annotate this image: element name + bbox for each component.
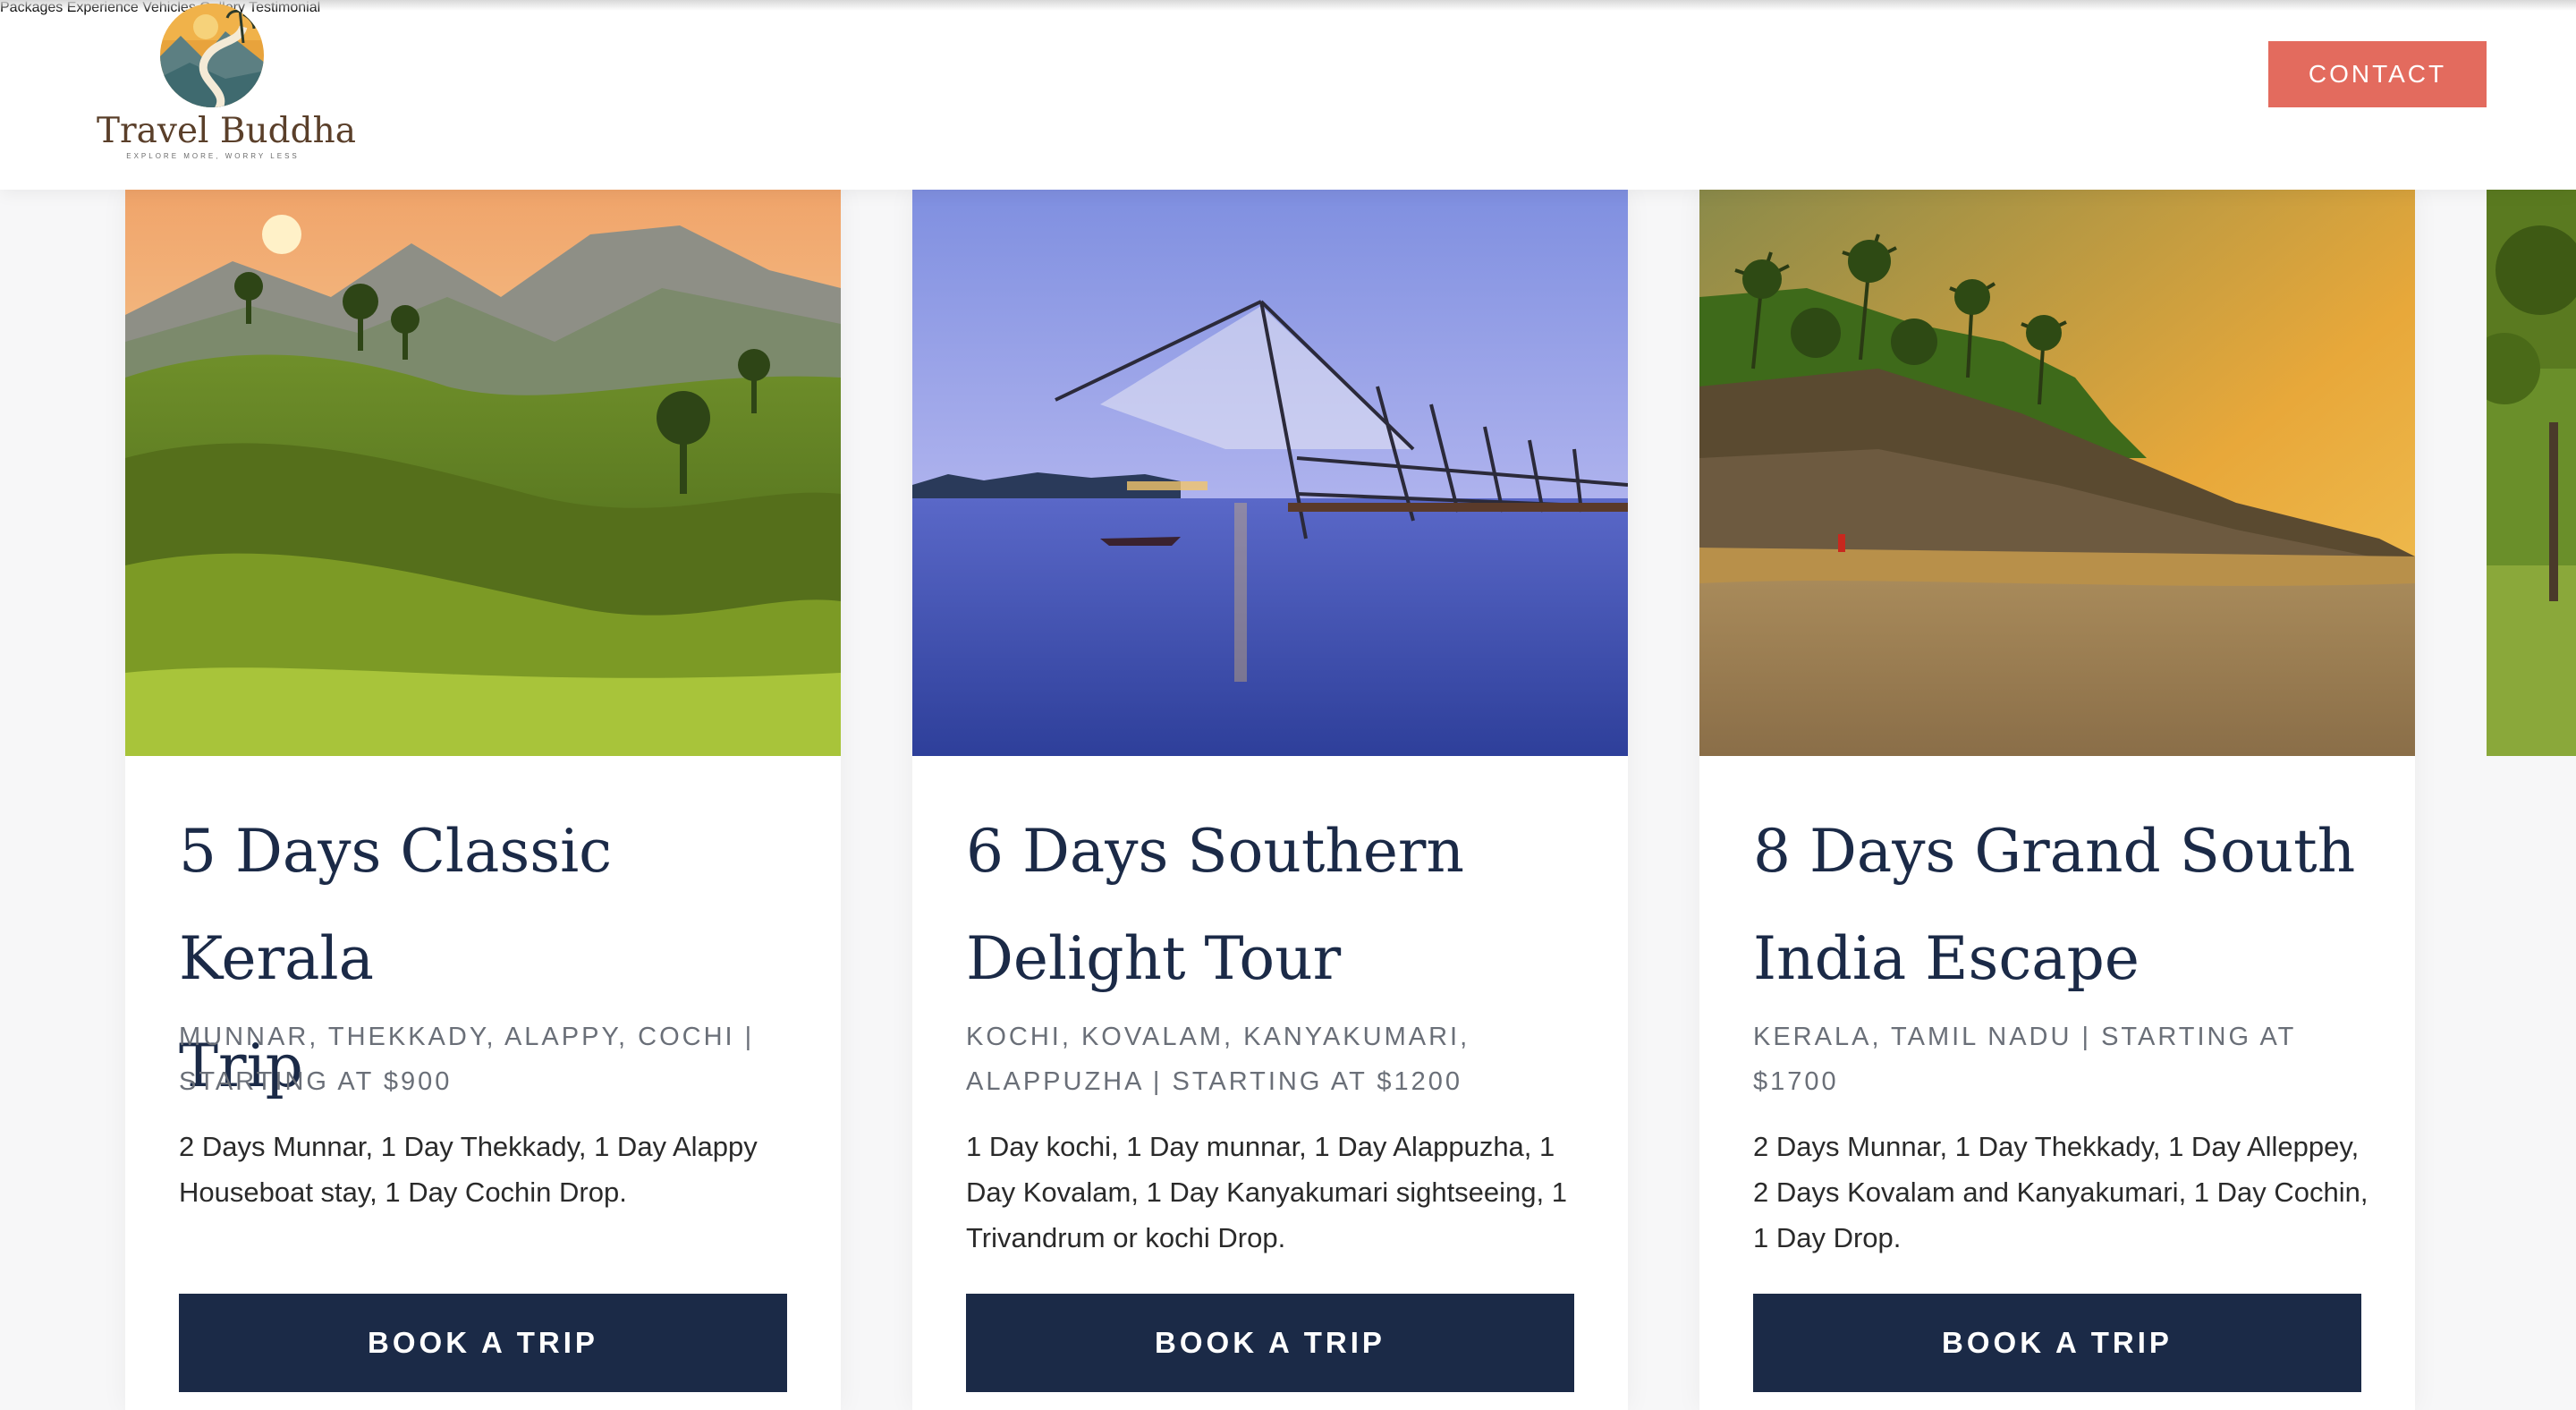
contact-button[interactable]: CONTACT: [2268, 41, 2487, 107]
package-card: 8 Days Grand South India Escape KERALA, …: [1699, 190, 2415, 1410]
fishing-nets-image[interactable]: [912, 190, 1628, 756]
card-title-line: 6 Days Southern: [966, 817, 1464, 886]
card-meta-line: $1700: [1753, 1067, 1839, 1096]
book-trip-button[interactable]: BOOK A TRIP: [179, 1294, 787, 1392]
next-card-peek[interactable]: [2487, 190, 2576, 756]
card-description-line: Trivandrum or kochi Drop.: [966, 1222, 1286, 1253]
card-description: 1 Day kochi, 1 Day munnar, 1 Day Alappuz…: [966, 1124, 1583, 1261]
brand-name: Travel Buddha: [97, 111, 356, 151]
brand-tagline: EXPLORE MORE, WORRY LESS: [126, 152, 300, 160]
card-description-line: 2 Days Munnar, 1 Day Thekkady, 1 Day All…: [1753, 1131, 2360, 1162]
card-title-line: India Escape: [1753, 924, 2140, 993]
card-description: 2 Days Munnar, 1 Day Thekkady, 1 Day All…: [1753, 1124, 2370, 1261]
card-meta: KERALA, TAMIL NADU | STARTING AT $1700: [1753, 1015, 2361, 1104]
book-trip-button[interactable]: BOOK A TRIP: [966, 1294, 1574, 1392]
card-title[interactable]: 6 Days Southern Delight Tour: [966, 798, 1592, 1013]
card-meta: KOCHI, KOVALAM, KANYAKUMARI, ALAPPUZHA |…: [966, 1015, 1574, 1104]
card-meta-line: STARTING AT $900: [179, 1067, 453, 1096]
card-title-line: 5 Days Classic Kerala: [179, 817, 613, 993]
card-description-line: Day Kovalam, 1 Day Kanyakumari sightseei…: [966, 1176, 1567, 1208]
card-description-line: Houseboat stay, 1 Day Cochin Drop.: [179, 1176, 627, 1208]
card-title-line: Delight Tour: [966, 924, 1342, 993]
card-meta-line: MUNNAR, THEKKADY, ALAPPY, COCHI |: [179, 1023, 755, 1051]
card-description-line: 1 Day kochi, 1 Day munnar, 1 Day Alappuz…: [966, 1131, 1555, 1162]
nav-item-packages[interactable]: Packages: [0, 0, 63, 15]
package-card: 6 Days Southern Delight Tour KOCHI, KOVA…: [912, 190, 1628, 1410]
tea-plantation-image[interactable]: [125, 190, 841, 756]
card-description: 2 Days Munnar, 1 Day Thekkady, 1 Day Ala…: [179, 1124, 796, 1215]
brand-logo[interactable]: Travel Buddha EXPLORE MORE, WORRY LESS: [97, 0, 356, 170]
card-meta-line: KERALA, TAMIL NADU | STARTING AT: [1753, 1023, 2297, 1051]
card-description-line: 2 Days Kovalam and Kanyakumari, 1 Day Co…: [1753, 1176, 2368, 1208]
card-title[interactable]: 8 Days Grand South India Escape: [1753, 798, 2379, 1013]
card-meta-line: ALAPPUZHA | STARTING AT $1200: [966, 1067, 1462, 1096]
card-meta-line: KOCHI, KOVALAM, KANYAKUMARI,: [966, 1023, 1470, 1051]
beach-sunset-image[interactable]: [1699, 190, 2415, 756]
logo-icon: [160, 4, 264, 107]
package-card: 5 Days Classic Kerala Trip MUNNAR, THEKK…: [125, 190, 841, 1410]
card-description-line: 2 Days Munnar, 1 Day Thekkady, 1 Day Ala…: [179, 1131, 758, 1162]
site-header: Travel Buddha EXPLORE MORE, WORRY LESS P…: [0, 0, 2576, 190]
card-title-line: 8 Days Grand South: [1753, 817, 2356, 886]
main-nav: Packages Experience Vehicles Gallery Tes…: [0, 0, 2576, 16]
card-meta: MUNNAR, THEKKADY, ALAPPY, COCHI | STARTI…: [179, 1015, 787, 1104]
card-description-line: 1 Day Drop.: [1753, 1222, 1902, 1253]
book-trip-button[interactable]: BOOK A TRIP: [1753, 1294, 2361, 1392]
